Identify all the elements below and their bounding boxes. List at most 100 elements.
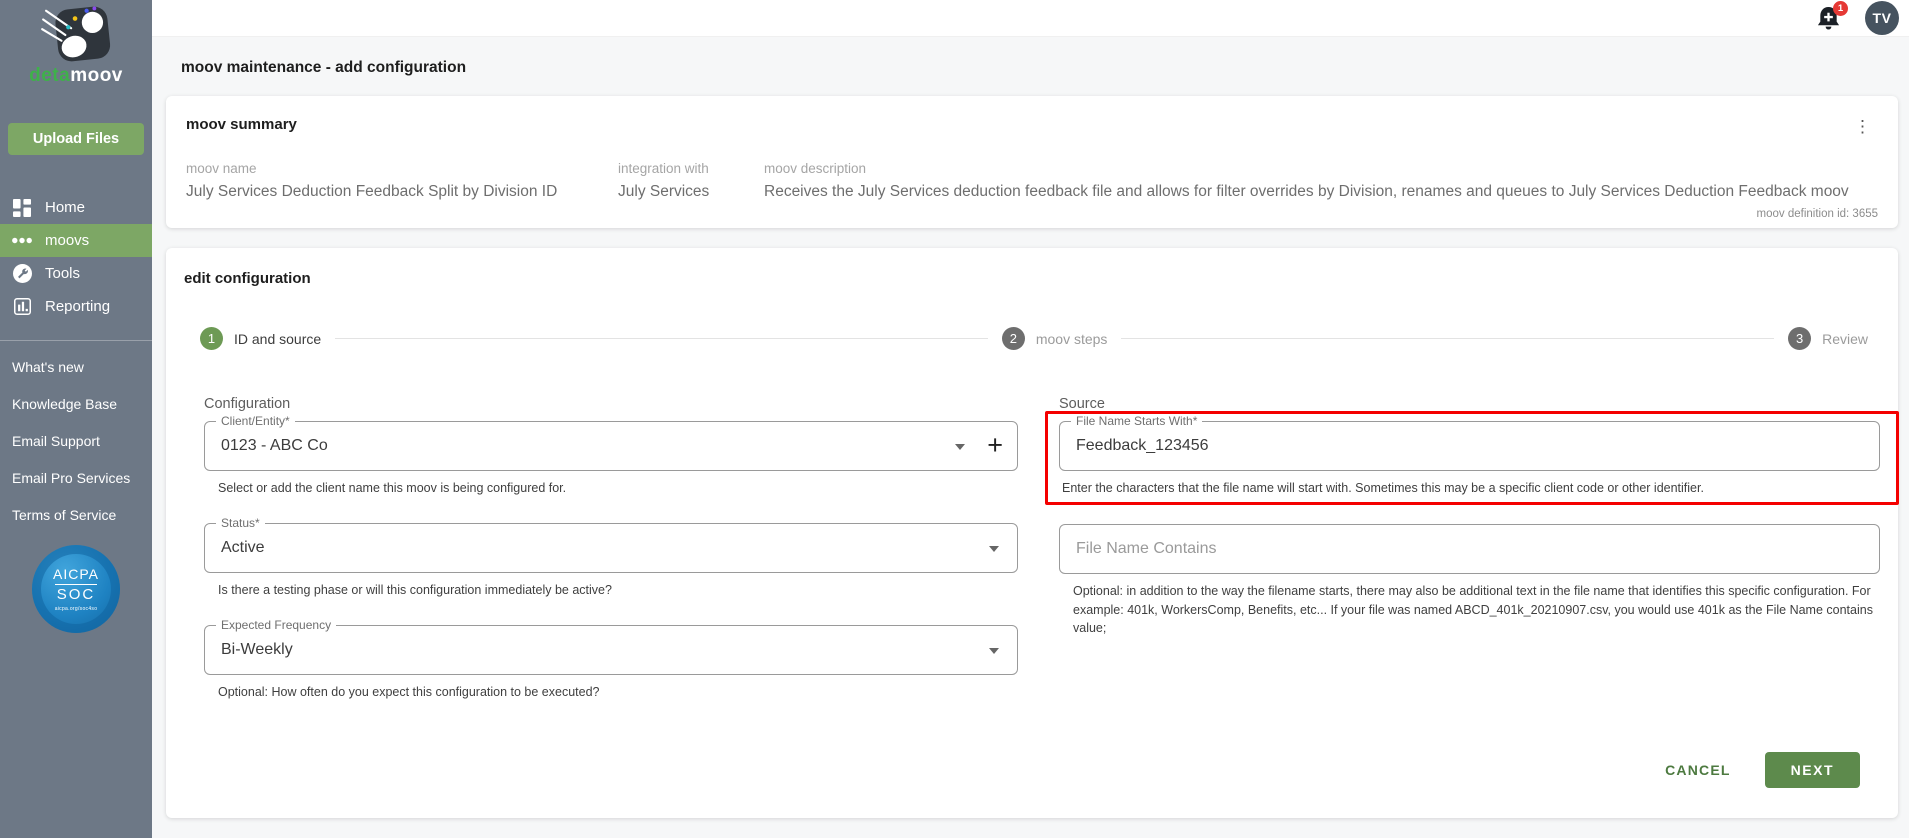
file-name-starts-with-label: File Name Starts With*	[1071, 414, 1203, 429]
field-label: moov description	[764, 161, 867, 176]
edit-card-title: edit configuration	[184, 270, 311, 287]
moov-summary-card: moov summary ⋮ moov name July Services D…	[166, 96, 1898, 228]
edit-configuration-card: edit configuration 1 ID and source 2 moo…	[166, 248, 1899, 818]
configuration-form: Configuration Client/Entity* 0123 - ABC …	[204, 396, 1899, 726]
status-value: Active	[221, 538, 265, 556]
kebab-menu-icon[interactable]: ⋮	[1847, 116, 1878, 137]
step-number: 3	[1788, 327, 1812, 350]
file-name-contains-field-group: Optional: in addition to the way the fil…	[1059, 523, 1880, 638]
upload-files-button[interactable]: Upload Files	[8, 123, 144, 155]
status-label: Status*	[216, 516, 265, 530]
moov-definition-id: moov definition id: 3655	[1756, 208, 1878, 220]
summary-card-title: moov summary	[186, 116, 297, 133]
notifications-button[interactable]: 1	[1816, 0, 1848, 32]
link-terms-of-service[interactable]: Terms of Service	[12, 507, 152, 523]
file-name-starts-with-highlight: File Name Starts With* Enter the charact…	[1045, 411, 1899, 505]
file-name-contains-field	[1059, 523, 1880, 574]
file-name-contains-input[interactable]	[1060, 524, 1879, 573]
link-knowledge-base[interactable]: Knowledge Base	[12, 396, 152, 412]
step-label: Review	[1822, 330, 1869, 347]
chevron-down-icon	[955, 444, 965, 450]
client-entity-label: Client/Entity*	[216, 414, 295, 429]
step-connector	[1121, 338, 1775, 339]
step-label: ID and source	[234, 330, 322, 347]
notification-count-badge: 1	[1833, 0, 1848, 16]
soc-badge-url-text: aicpa.org/soc4so	[54, 606, 98, 612]
step-connector	[335, 338, 988, 339]
field-value: July Services Deduction Feedback Split b…	[186, 183, 558, 200]
configuration-column: Configuration Client/Entity* 0123 - ABC …	[204, 396, 1018, 726]
avatar[interactable]: TV	[1865, 1, 1899, 35]
summary-field-integration-with: integration with July Services	[618, 161, 764, 201]
top-header: 1 TV	[152, 0, 1909, 37]
step-id-and-source[interactable]: 1 ID and source	[200, 327, 321, 350]
client-entity-value: 0123 - ABC Co	[221, 437, 328, 454]
app-root: detamoov Upload Files Home moovs Tools R…	[0, 0, 1909, 838]
step-moov-steps[interactable]: 2 moov steps	[1001, 327, 1108, 350]
sidebar-item-tools[interactable]: Tools	[0, 257, 152, 290]
step-number: 1	[200, 327, 223, 350]
nav-label: Home	[45, 199, 86, 216]
tools-wrench-icon	[10, 264, 34, 283]
file-name-starts-with-input[interactable]	[1060, 422, 1879, 470]
stepper: 1 ID and source 2 moov steps 3 Review	[200, 327, 1868, 350]
expected-frequency-value: Bi-Weekly	[221, 640, 293, 658]
sidebar: detamoov Upload Files Home moovs Tools R…	[0, 0, 152, 838]
summary-field-moov-name: moov name July Services Deduction Feedba…	[186, 161, 618, 201]
link-email-support[interactable]: Email Support	[12, 433, 152, 449]
source-section-header: Source	[1059, 396, 1105, 412]
moovs-dots-icon	[10, 236, 34, 245]
logo: detamoov	[0, 0, 152, 87]
nav-label: Tools	[45, 265, 81, 282]
sidebar-item-home[interactable]: Home	[0, 191, 152, 224]
expected-frequency-select[interactable]: Expected Frequency Bi-Weekly	[204, 618, 1018, 675]
link-email-pro-services[interactable]: Email Pro Services	[12, 470, 152, 486]
status-select[interactable]: Status* Active	[204, 516, 1018, 573]
step-number: 2	[1001, 327, 1025, 350]
form-actions: CANCEL NEXT	[1661, 752, 1860, 788]
client-entity-field-group: Client/Entity* 0123 - ABC Co + Select or…	[204, 414, 1018, 498]
page-content: moov maintenance - add configuration moo…	[152, 37, 1909, 818]
sidebar-nav: Home moovs Tools Reporting	[0, 191, 152, 323]
soc-badge-divider	[55, 584, 97, 585]
add-client-icon[interactable]: +	[983, 422, 1007, 468]
status-helper-text: Is there a testing phase or will this co…	[218, 582, 612, 597]
file-name-contains-helper-text: Optional: in addition to the way the fil…	[1073, 583, 1873, 636]
chevron-down-icon	[989, 545, 999, 552]
status-field-group: Status* Active Is there a testing phase …	[204, 516, 1018, 600]
soc-badge-top-text: AICPA	[53, 566, 99, 582]
main-area: 1 TV moov maintenance - add configuratio…	[152, 0, 1909, 838]
chevron-down-icon	[989, 647, 999, 654]
field-value: July Services	[618, 183, 710, 200]
cancel-button[interactable]: CANCEL	[1661, 754, 1735, 786]
field-value: Receives the July Services deduction fee…	[764, 183, 1849, 200]
source-column: Source File Name Starts With* Enter the …	[1045, 396, 1899, 726]
step-label: moov steps	[1035, 330, 1108, 347]
nav-label: moovs	[45, 232, 90, 249]
detamoov-logo-icon	[41, 6, 111, 62]
reporting-chart-icon	[10, 298, 34, 315]
summary-fields: moov name July Services Deduction Feedba…	[186, 161, 1878, 201]
configuration-section-header: Configuration	[204, 396, 291, 412]
sidebar-links: What's new Knowledge Base Email Support …	[0, 359, 152, 523]
step-review[interactable]: 3 Review	[1788, 327, 1868, 350]
field-label: integration with	[618, 161, 709, 176]
expected-frequency-helper-text: Optional: How often do you expect this c…	[218, 684, 600, 699]
expected-frequency-field-group: Expected Frequency Bi-Weekly Optional: H…	[204, 618, 1018, 702]
page-title: moov maintenance - add configuration	[181, 59, 467, 76]
client-entity-select[interactable]: Client/Entity* 0123 - ABC Co +	[204, 414, 1018, 471]
sidebar-divider	[0, 340, 152, 341]
file-name-starts-with-helper-text: Enter the characters that the file name …	[1062, 481, 1704, 495]
next-button[interactable]: NEXT	[1764, 752, 1860, 788]
summary-field-moov-description: moov description Receives the July Servi…	[764, 161, 1878, 201]
aicpa-soc-badge: AICPA SOC aicpa.org/soc4so	[32, 545, 120, 633]
expected-frequency-label: Expected Frequency	[216, 618, 337, 632]
sidebar-item-moovs[interactable]: moovs	[0, 224, 152, 257]
link-whats-new[interactable]: What's new	[12, 359, 152, 375]
brand-name: detamoov	[29, 65, 123, 86]
soc-badge-middle-text: SOC	[56, 586, 96, 603]
sidebar-item-reporting[interactable]: Reporting	[0, 290, 152, 323]
home-dashboard-icon	[10, 198, 34, 217]
field-label: moov name	[186, 161, 257, 176]
file-name-starts-with-field: File Name Starts With*	[1059, 414, 1880, 471]
